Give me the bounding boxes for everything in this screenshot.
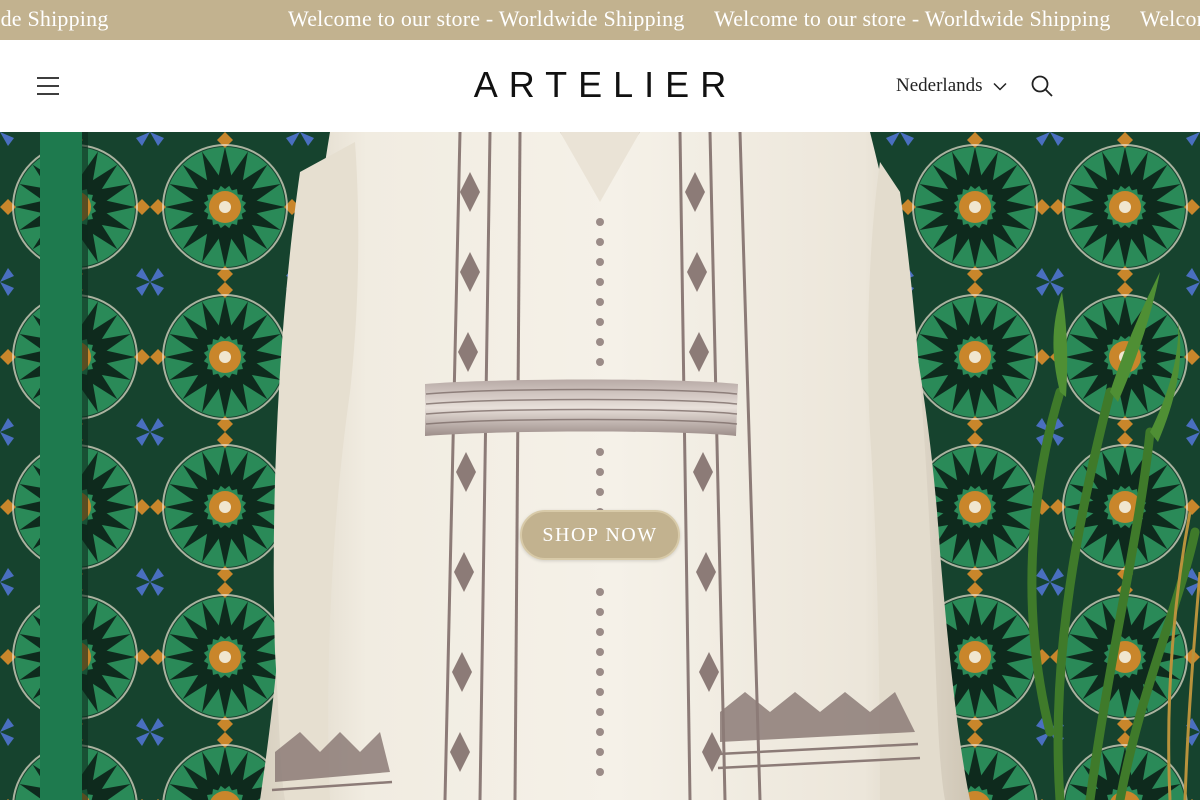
shop-now-button[interactable]: SHOP NOW	[520, 510, 680, 560]
shop-now-label: SHOP NOW	[542, 523, 658, 546]
announcement-text: Welcome to our store - Worldwide Shippin…	[0, 6, 109, 31]
chevron-down-icon	[993, 82, 1007, 91]
menu-button[interactable]	[30, 68, 66, 104]
hero-image	[0, 132, 1200, 800]
language-selector[interactable]: Nederlands	[896, 70, 1007, 102]
site-header: ARTELIER Nederlands	[0, 40, 1200, 132]
language-label: Nederlands	[896, 75, 983, 96]
site-logo[interactable]: ARTELIER	[400, 62, 800, 108]
hero-banner[interactable]: SHOP NOW	[0, 132, 1200, 800]
search-button[interactable]	[1024, 68, 1060, 104]
announcement-text: Welcome to our store - Worldwide Shippin…	[288, 6, 685, 31]
logo-text: ARTELIER	[473, 64, 738, 105]
announcement-text: Welcome to our store - Worldwide Shippin…	[714, 6, 1111, 31]
announcement-text: Welcome to our store - Worldwide Shippin…	[1140, 6, 1200, 31]
search-icon	[1031, 75, 1053, 97]
hamburger-menu-icon	[37, 77, 59, 95]
announcement-bar: Welcome to our store - Worldwide Shippin…	[0, 0, 1200, 40]
